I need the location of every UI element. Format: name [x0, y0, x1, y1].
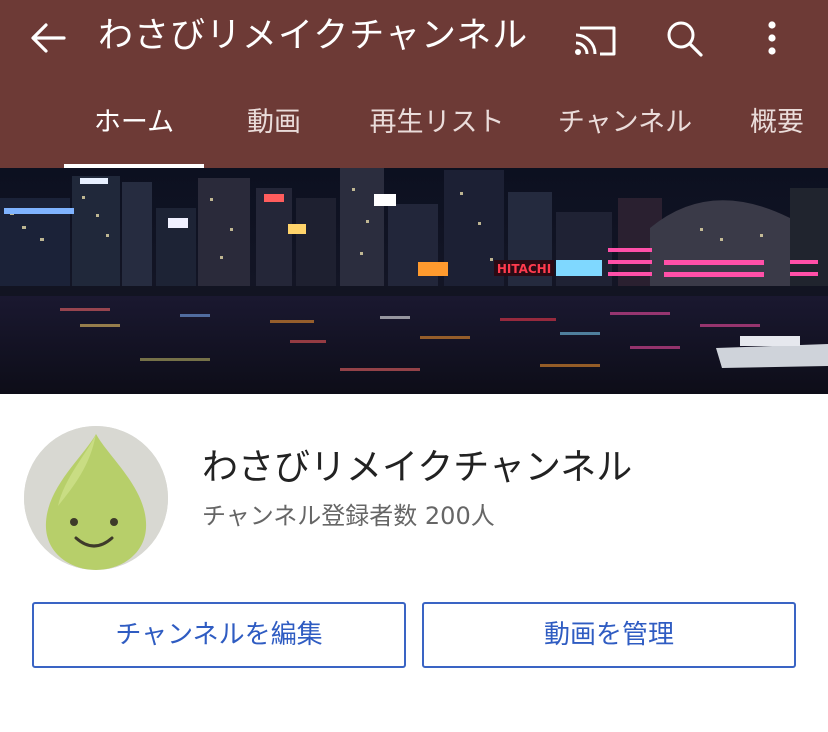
banner-sign-text: HITACHI — [497, 262, 551, 276]
tab-about[interactable]: 概要 — [750, 78, 828, 168]
search-icon[interactable] — [660, 14, 708, 62]
arrow-left-icon[interactable] — [24, 14, 72, 62]
cast-icon[interactable] — [570, 14, 620, 62]
manage-videos-button[interactable]: 動画を管理 — [422, 602, 796, 668]
app-title: わさびリメイクチャンネル — [98, 16, 529, 56]
channel-name: わさびリメイクチャンネル — [202, 447, 633, 488]
channel-banner: HITACHI — [0, 168, 828, 394]
edit-channel-button[interactable]: チャンネルを編集 — [32, 602, 406, 668]
tab-videos[interactable]: 動画 — [224, 78, 324, 168]
top-toolbar: わさびリメイクチャンネル — [0, 0, 828, 78]
tab-playlists[interactable]: 再生リスト — [362, 78, 512, 168]
tab-channels[interactable]: チャンネル — [552, 78, 698, 168]
subscriber-count: チャンネル登録者数 200人 — [202, 502, 495, 530]
tab-bar: ホーム 動画 再生リスト チャンネル 概要 — [0, 78, 828, 168]
tab-home[interactable]: ホーム — [64, 78, 204, 168]
more-vertical-icon[interactable] — [748, 14, 796, 62]
app-bar: わさびリメイクチャンネル ホーム 動画 再生リスト チャンネル 概要 — [0, 0, 828, 168]
avatar[interactable] — [24, 426, 168, 570]
